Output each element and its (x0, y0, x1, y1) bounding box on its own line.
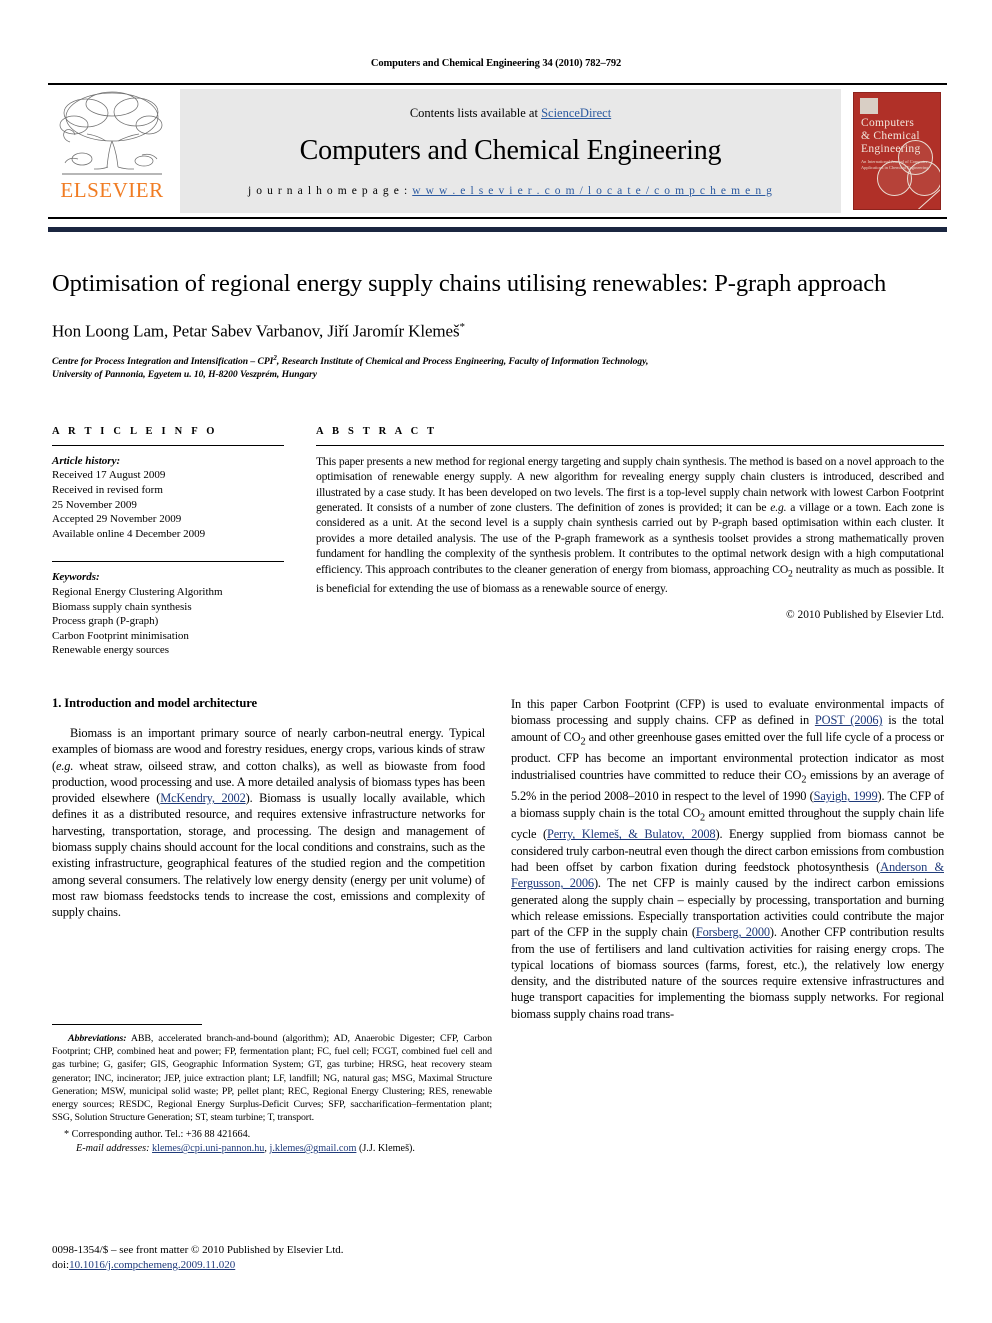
citation-post[interactable]: POST (2006) (815, 713, 883, 727)
history-item: Received 17 August 2009 (52, 469, 166, 482)
history-item: Accepted 29 November 2009 (52, 513, 182, 526)
affiliation: Centre for Process Integration and Inten… (52, 352, 944, 382)
citation-perry[interactable]: Perry, Klemeš, & Bulatov, 2008 (547, 827, 716, 841)
affiliation-line-2: University of Pannonia, Egyetem u. 10, H… (52, 369, 317, 381)
footnote-zone: Abbreviations: ABB, accelerated branch-a… (52, 1024, 492, 1156)
email-label: E-mail addresses: (76, 1143, 150, 1155)
keyword-item: Regional Energy Clustering Algorithm (52, 586, 223, 598)
cover-publisher-mark-icon (860, 98, 878, 114)
keyword-item: Carbon Footprint minimisation (52, 629, 189, 642)
keywords-label: Keywords: (52, 571, 100, 584)
abbreviations-note: Abbreviations: ABB, accelerated branch-a… (52, 1032, 492, 1124)
abstract-copyright: © 2010 Published by Elsevier Ltd. (786, 608, 944, 621)
masthead-bottom-rule (48, 227, 947, 232)
citation-forsberg[interactable]: Forsberg, 2000 (696, 925, 770, 939)
history-item: 25 November 2009 (52, 498, 137, 511)
abstract-part-2: a village or a town. Each zone is consid… (316, 501, 945, 596)
running-head: Computers and Chemical Engineering 34 (2… (370, 58, 622, 69)
journal-masthead: ELSEVIER Contents lists available at Sci… (48, 83, 947, 219)
keyword-item: Process graph (P-graph) (52, 615, 159, 628)
article-info-divider (52, 444, 284, 446)
info-abstract-row: A R T I C L E I N F O Article history: R… (52, 426, 944, 658)
body-column-right: In this paper Carbon Footprint (CFP) is … (511, 696, 944, 1022)
affiliation-line-1: Centre for Process Integration and Inten… (52, 353, 649, 367)
doi-label: doi: (52, 1259, 70, 1271)
author-names: Hon Loong Lam, Petar Sabev Varbanov, Jiř… (52, 321, 460, 341)
sciencedirect-link[interactable]: ScienceDirect (541, 106, 611, 120)
title-block: Optimisation of regional energy supply c… (52, 268, 944, 382)
elsevier-tree-icon (59, 91, 163, 175)
corresponding-author-marker: * (459, 321, 466, 333)
contents-line: Contents lists available at ScienceDirec… (410, 106, 611, 121)
corresponding-author-note: * Corresponding author. Tel.: +36 88 421… (64, 1129, 251, 1141)
body-column-left: 1. Introduction and model architecture B… (52, 696, 485, 1022)
email-note: E-mail addresses: klemes@cpi.uni-pannon.… (52, 1142, 492, 1156)
article-history-label: Article history: (52, 454, 121, 467)
section-1-paragraph-1: Biomass is an important primary source o… (52, 725, 485, 921)
keyword-item: Biomass supply chain synthesis (52, 600, 192, 613)
journal-title: Computers and Chemical Engineering (299, 134, 722, 166)
journal-homepage-link[interactable]: w w w . e l s e v i e r . c o m / l o c … (412, 185, 773, 197)
journal-homepage-line: j o u r n a l h o m e p a g e : w w w . … (248, 185, 773, 197)
footnote-rule (52, 1024, 202, 1025)
section-1-title: 1. Introduction and model architecture (52, 695, 258, 710)
body-columns: 1. Introduction and model architecture B… (52, 696, 944, 1022)
journal-cover-block: Computers & Chemical Engineering An Inte… (847, 85, 947, 217)
article-info-heading: A R T I C L E I N F O (52, 425, 218, 437)
imprint-line: 0098-1354/$ – see front matter © 2010 Pu… (52, 1244, 344, 1256)
keywords-divider (52, 561, 284, 563)
contents-prefix: Contents lists available at (409, 105, 542, 120)
abstract-column: A B S T R A C T This paper presents a ne… (316, 426, 944, 658)
journal-article-page: Computers and Chemical Engineering 34 (2… (0, 0, 992, 1323)
cover-title-line2: & Chemical (861, 130, 920, 142)
keyword-item: Renewable energy sources (52, 644, 170, 657)
elsevier-wordmark: ELSEVIER (60, 178, 164, 202)
journal-cover-image: Computers & Chemical Engineering An Inte… (853, 92, 941, 210)
abbreviations-text: ABB, accelerated branch-and-bound (algor… (52, 1033, 492, 1124)
p1-part-c: ). Biomass is usually locally available,… (52, 791, 486, 920)
article-history-block: Article history: Received 17 August 2009… (52, 454, 284, 542)
article-info-column: A R T I C L E I N F O Article history: R… (52, 426, 284, 658)
keywords-block: Keywords: Regional Energy Clustering Alg… (52, 570, 284, 658)
section-1-paragraph-2: In this paper Carbon Footprint (CFP) is … (511, 696, 944, 1022)
abbreviations-label: Abbreviations: (68, 1033, 127, 1044)
cover-circle-icon (907, 161, 940, 196)
p1-eg: e.g. (55, 758, 74, 773)
cover-title-line1: Computers (861, 117, 915, 129)
page-title: Optimisation of regional energy supply c… (52, 270, 887, 297)
citation-sayigh[interactable]: Sayigh, 1999 (814, 789, 878, 803)
abstract-heading: A B S T R A C T (316, 425, 438, 437)
doi-link[interactable]: 10.1016/j.compchemeng.2009.11.020 (69, 1259, 235, 1271)
abstract-text: This paper presents a new method for reg… (316, 454, 944, 597)
elsevier-logo-block: ELSEVIER (48, 85, 176, 217)
email-link-1[interactable]: klemes@cpi.uni-pannon.hu (152, 1143, 264, 1154)
email-suffix: (J.J. Klemeš). (356, 1143, 415, 1155)
citation-mckendry[interactable]: McKendry, 2002 (160, 791, 246, 805)
homepage-label: j o u r n a l h o m e p a g e : (247, 184, 413, 197)
imprint-block: 0098-1354/$ – see front matter © 2010 Pu… (52, 1243, 502, 1273)
author-list: Hon Loong Lam, Petar Sabev Varbanov, Jiř… (52, 321, 944, 342)
sciencedirect-band: Contents lists available at ScienceDirec… (180, 89, 841, 213)
email-link-2[interactable]: j.klemes@gmail.com (270, 1143, 357, 1154)
p2-part-f: ). Another CFP contribution results from… (511, 925, 944, 1021)
abstract-divider (316, 444, 944, 446)
history-item: Received in revised form (52, 484, 163, 497)
abstract-eg: e.g. (770, 501, 787, 515)
doi-line: doi:10.1016/j.compchemeng.2009.11.020 (52, 1258, 502, 1273)
history-item: Available online 4 December 2009 (52, 527, 206, 540)
